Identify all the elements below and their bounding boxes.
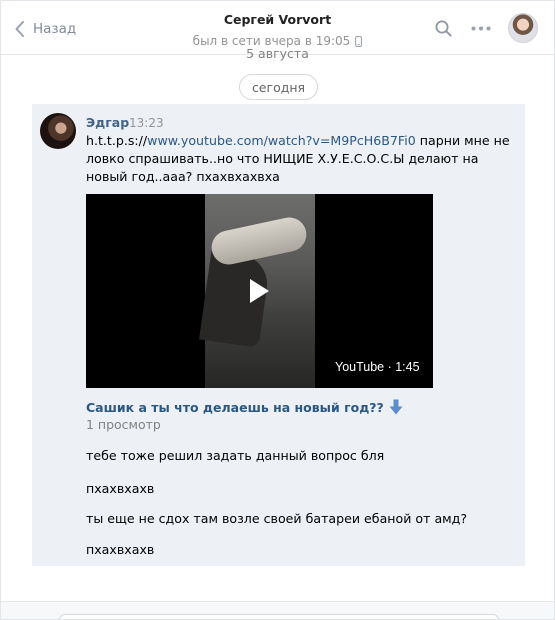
previous-date: 5 августа: [246, 46, 309, 61]
message-text-prefix: h.t.t.p.s://: [86, 133, 148, 148]
followup-message: пхахвхахв: [86, 542, 155, 557]
down-arrow-icon: [389, 399, 403, 415]
more-button[interactable]: [462, 9, 500, 47]
more-icon: [471, 26, 491, 30]
message-text: h.t.t.p.s://www.youtube.com/watch?v=M9Pc…: [86, 132, 520, 186]
play-icon[interactable]: [250, 279, 269, 303]
phone-icon: [355, 35, 363, 47]
message-time[interactable]: 13:23: [129, 116, 164, 130]
back-button[interactable]: Назад: [15, 18, 76, 40]
video-duration-badge: YouTube · 1:45: [335, 360, 420, 374]
date-separator: сегодня: [239, 74, 318, 100]
search-button[interactable]: [424, 9, 462, 47]
peer-name[interactable]: Сергей Vorvort: [224, 12, 331, 27]
message-group: Эдгар 13:23 h.t.t.p.s://www.youtube.com/…: [32, 104, 525, 566]
followup-message: пхахвхахв: [86, 481, 155, 496]
video-views: 1 просмотр: [86, 417, 161, 432]
thumbnail-arm: [208, 214, 310, 268]
video-attachment[interactable]: YouTube · 1:45: [86, 194, 433, 388]
video-title[interactable]: Сашик а ты что делаешь на новый год??: [86, 399, 403, 415]
message-input[interactable]: [59, 614, 499, 619]
chevron-left-icon: [15, 21, 24, 37]
followup-message: ты еще не сдох там возле своей батареи е…: [86, 511, 468, 526]
followup-message: тебе тоже решил задать данный вопрос бля: [86, 448, 385, 463]
peer-avatar[interactable]: [508, 13, 538, 43]
youtube-link[interactable]: www.youtube.com/watch?v=M9PcH6B7Fi0: [147, 133, 416, 148]
search-icon: [435, 20, 452, 37]
chat-window: Назад Сергей Vorvort был в сети вчера в …: [0, 0, 555, 620]
author-name[interactable]: Эдгар: [86, 115, 129, 130]
video-title-text: Сашик а ты что делаешь на новый год??: [86, 399, 384, 415]
back-label: Назад: [33, 21, 77, 37]
author-avatar[interactable]: [40, 113, 76, 149]
